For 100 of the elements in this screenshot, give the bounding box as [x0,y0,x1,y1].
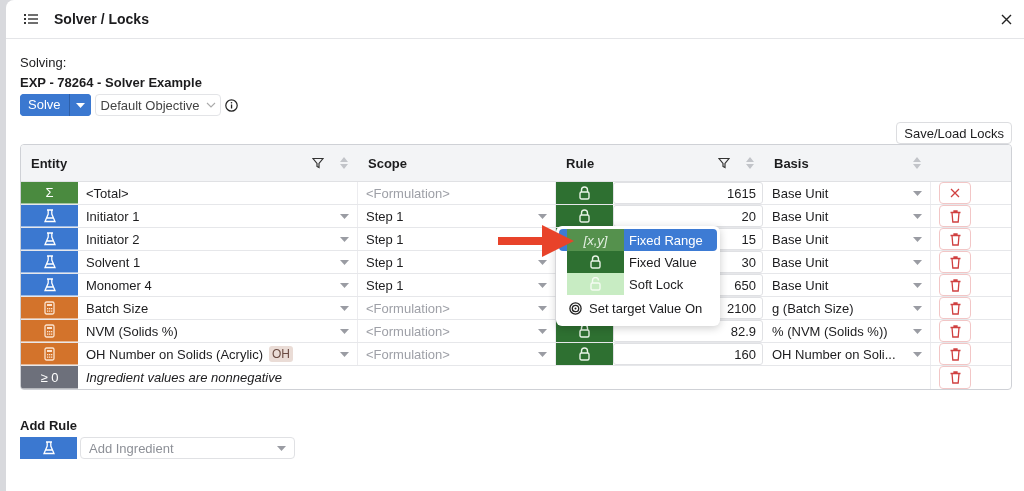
table-cell: <Formulation> [366,185,450,201]
entity-dropdown[interactable]: OH Number on Solids (Acrylic) OH [78,343,358,365]
caret-icon [913,305,922,311]
arrow-icon [498,223,574,259]
basis-dropdown[interactable]: % (NVM (Solids %)) [764,320,931,342]
menu-item[interactable]: Set target Value On [559,295,717,321]
lock-button[interactable] [556,343,613,365]
delete-button[interactable] [939,366,971,389]
basis-dropdown[interactable]: g (Batch Size) [764,297,931,319]
flask-icon [43,208,56,223]
caret-icon [538,328,547,334]
caret-icon [340,328,349,334]
basis-dropdown[interactable]: Base Unit [764,274,931,296]
calculator-icon [44,323,55,338]
entity-dropdown[interactable]: Solvent 1 [78,251,358,273]
trash-icon [949,232,961,246]
info-icon[interactable] [224,98,238,112]
menu-icon[interactable] [24,13,38,25]
constraint-text: Ingredient values are nonnegative [86,370,282,385]
caret-icon [75,102,85,108]
basis-dropdown[interactable]: Base Unit [764,251,931,273]
lock-icon [590,255,601,269]
open-lock-icon [590,277,601,291]
delete-button[interactable] [939,320,971,342]
caret-icon [913,282,922,288]
filter-icon[interactable] [718,157,730,169]
flask-icon [43,277,56,292]
experiment-name: EXP - 78264 - Solver Example [20,74,203,92]
target-icon [569,301,582,315]
flask-icon [43,254,56,269]
column-header: Rule [566,155,596,171]
trash-icon [949,347,961,361]
value-field[interactable]: 20 [613,205,763,227]
caret-icon [340,305,349,311]
delete-button[interactable] [939,228,971,250]
caret-icon [538,351,547,357]
solving-label: Solving: [20,55,68,71]
basis-dropdown[interactable]: OH Number on Soli... [764,343,931,365]
delete-button[interactable] [939,343,971,365]
entity-dropdown[interactable]: Batch Size [78,297,358,319]
basis-dropdown[interactable]: Base Unit [764,228,931,250]
sum-symbol: Σ [45,185,54,200]
caret-icon [538,282,547,288]
entity-dropdown[interactable]: Monomer 4 [78,274,358,296]
caret-icon [340,213,349,219]
filter-icon[interactable] [312,157,324,169]
trash-icon [949,301,961,315]
entity-dropdown[interactable]: Initiator 1 [78,205,358,227]
caret-icon [340,236,349,242]
range-symbol: [x,y] [567,229,624,251]
menu-item[interactable]: Soft Lock [559,273,717,295]
table-cell: <Total> [86,185,129,201]
trash-icon [949,255,961,269]
clear-button[interactable] [939,182,971,204]
menu-item[interactable]: [x,y] Fixed Range [559,229,717,251]
caret-icon [913,236,922,242]
menu-item[interactable]: Fixed Value [559,251,717,273]
trash-icon [949,371,961,384]
save-load-button[interactable]: Save/Load Locks [896,122,1012,144]
caret-icon [538,259,547,265]
caret-icon [340,259,349,265]
delete-button[interactable] [939,274,971,296]
close-button[interactable] [1001,13,1012,25]
caret-icon [340,351,349,357]
trash-icon [949,209,961,223]
lock-icon [579,186,590,200]
value-field[interactable]: 1615 [613,182,763,204]
lock-button[interactable] [556,205,613,227]
delete-button[interactable] [939,205,971,227]
caret-icon [538,213,547,219]
caret-icon [913,190,922,196]
caret-icon [340,282,349,288]
basis-dropdown[interactable]: Base Unit [764,182,931,204]
caret-icon [913,351,922,357]
solve-options-button[interactable] [68,94,91,116]
caret-icon [913,259,922,265]
lock-button[interactable] [556,182,613,204]
column-header: Entity [31,155,69,171]
delete-button[interactable] [939,251,971,273]
close-icon [1001,13,1012,25]
chevron-icon [205,102,216,108]
lock-icon [579,209,590,223]
basis-dropdown[interactable]: Base Unit [764,205,931,227]
flask-icon [42,441,55,455]
trash-icon [949,324,961,338]
window-title: Solver / Locks [54,11,150,27]
delete-button[interactable] [939,297,971,319]
entity-dropdown[interactable]: NVM (Solids %) [78,320,358,342]
caret-icon [277,445,286,451]
trash-icon [949,278,961,292]
objective-dropdown[interactable]: Default Objective [94,94,221,116]
column-header: Scope [368,155,408,171]
entity-dropdown[interactable]: Initiator 2 [78,228,358,250]
value-field[interactable]: 160 [613,343,763,365]
column-header: Basis [774,155,810,171]
caret-icon [538,305,547,311]
close-icon [950,188,960,198]
flask-icon [43,231,56,246]
tag: OH [269,346,293,362]
lock-icon [579,347,590,361]
